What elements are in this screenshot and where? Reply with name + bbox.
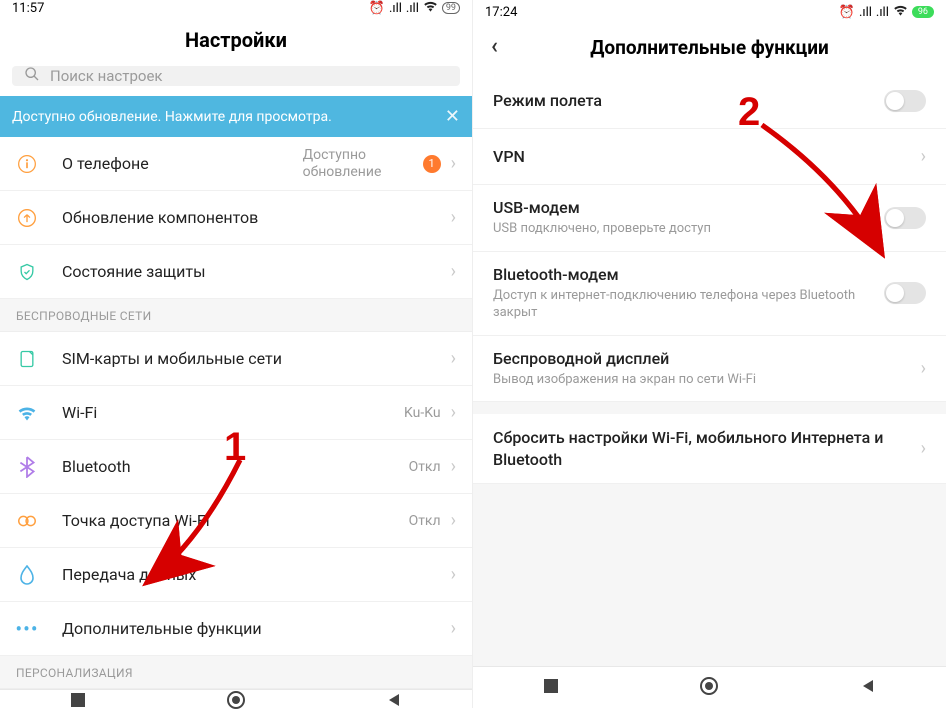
annotation-arrow-2 — [0, 0, 947, 708]
